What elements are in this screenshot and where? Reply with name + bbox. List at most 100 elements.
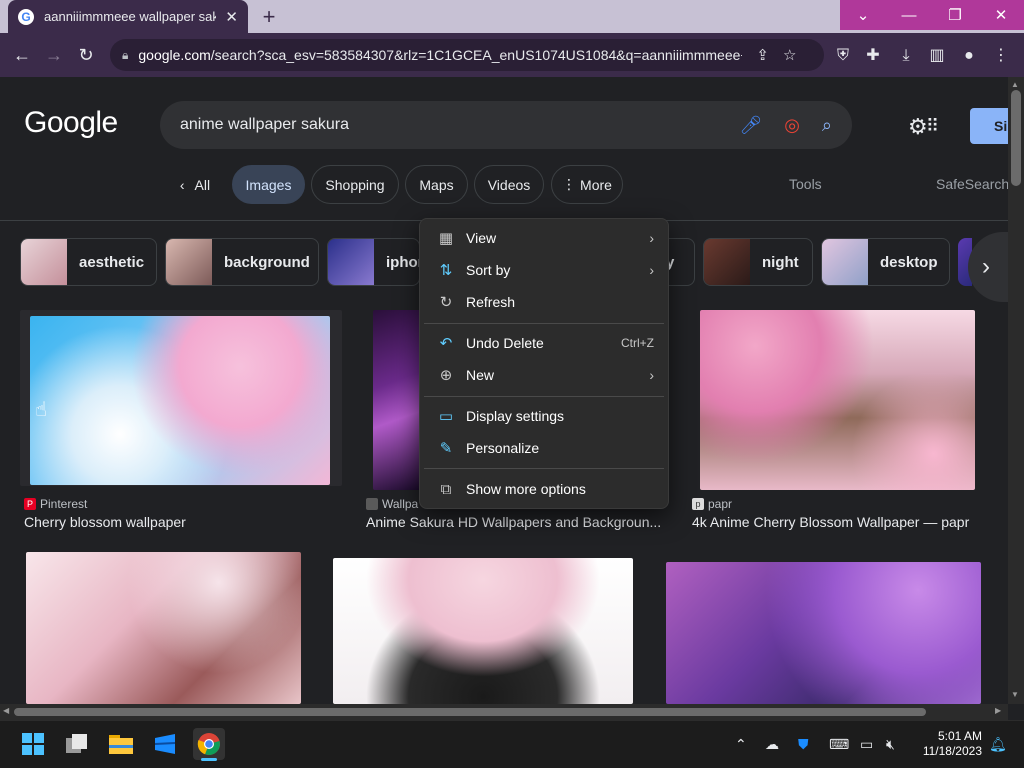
tray-chevron-icon[interactable]: ⌃	[735, 736, 747, 753]
back-arrow-icon[interactable]: ←	[10, 43, 34, 67]
profile-icon[interactable]: ●	[958, 45, 980, 67]
search-input[interactable]: anime wallpaper sakura	[180, 116, 717, 134]
chip-iphone[interactable]: iphone	[327, 238, 420, 286]
sakura-house-image[interactable]	[700, 310, 975, 490]
menu-kebab-icon[interactable]: ⋮	[990, 45, 1012, 67]
file-explorer-icon[interactable]	[105, 728, 137, 760]
side-panel-icon[interactable]: ▥	[926, 45, 948, 67]
google-logo[interactable]: Google	[24, 106, 118, 140]
result-caption[interactable]: Cherry blossom wallpaper	[24, 514, 324, 530]
menu-item-sort-by[interactable]: ⇅ Sort by ›	[424, 255, 664, 285]
menu-item-display-settings[interactable]: ▭ Display settings	[424, 401, 664, 431]
scroll-down-icon[interactable]: ▼	[1011, 690, 1019, 699]
restore-button[interactable]: ❐	[932, 0, 978, 30]
menu-item-label: Show more options	[466, 481, 586, 497]
menu-separator	[424, 323, 664, 324]
onedrive-icon[interactable]: ☁	[765, 736, 779, 753]
chip-label: iphone	[386, 253, 419, 271]
volume-muted-icon[interactable]: 🔇︎	[886, 736, 895, 753]
tab-title: aanniiimmmeee wallpaper sakura	[44, 9, 216, 24]
download-icon[interactable]: ⤓	[895, 45, 917, 67]
sakura-path-image[interactable]	[26, 552, 301, 704]
settings-gear-icon[interactable]: ⚙	[908, 114, 928, 140]
menu-item-refresh[interactable]: ↻ Refresh	[424, 287, 664, 317]
tab-all[interactable]: ‹ All	[168, 165, 222, 204]
security-shield-icon[interactable]: ⛊	[798, 736, 809, 753]
tab-more[interactable]: ⋮ More	[551, 165, 623, 204]
bookmark-star-icon[interactable]: ☆	[783, 46, 796, 64]
menu-item-personalize[interactable]: ✎ Personalize	[424, 433, 664, 463]
store-app-icon[interactable]	[149, 728, 181, 760]
windows-logo	[22, 733, 44, 755]
close-window-button[interactable]: ✕	[978, 0, 1024, 30]
chrome-logo	[197, 733, 220, 756]
share-icon[interactable]: ⇪	[756, 46, 769, 64]
google-favicon-icon: G	[18, 8, 34, 25]
reload-icon[interactable]: ↻	[74, 43, 98, 67]
chip-desktop[interactable]: desktop	[821, 238, 950, 286]
tab-all-label: All	[194, 176, 211, 193]
search-icon[interactable]: ⌕	[822, 115, 832, 136]
refresh-icon: ↻	[439, 294, 453, 311]
menu-item-label: Sort by	[466, 262, 511, 278]
safesearch-button[interactable]: SafeSearch	[936, 176, 1009, 192]
vertical-scroll-thumb[interactable]	[1011, 90, 1021, 186]
anime-girl-flowers-image[interactable]	[333, 558, 633, 704]
folder-glyph	[109, 735, 133, 754]
extensions-puzzle-icon[interactable]: ✚	[862, 45, 884, 67]
forward-arrow-icon[interactable]: →	[42, 43, 66, 67]
microphone-icon[interactable]: 🎤︎	[739, 115, 762, 136]
chip-label: night	[762, 253, 799, 271]
minimize-button[interactable]: —	[886, 0, 932, 30]
task-view-icon[interactable]	[61, 728, 93, 760]
result-caption[interactable]: 4k Anime Cherry Blossom Wallpaper — papr	[692, 514, 992, 530]
search-box[interactable]: anime wallpaper sakura 🎤︎ ◎ ⌕	[160, 101, 852, 149]
more-dots-icon: ⋮	[562, 176, 577, 192]
anime-sakura-night-image[interactable]	[373, 310, 421, 490]
tab-shopping[interactable]: Shopping	[311, 165, 399, 204]
purple-street-image[interactable]	[666, 562, 981, 704]
system-clock[interactable]: 5:01 AM 11/18/2023	[918, 729, 982, 759]
apps-grid-icon[interactable]: ⠿	[926, 116, 939, 137]
lens-icon[interactable]: ◎	[784, 115, 800, 136]
chip-label: background	[224, 253, 310, 271]
chip-thumbnail	[822, 239, 868, 285]
menu-item-new[interactable]: ⊕ New ›	[424, 360, 664, 390]
notification-bell-icon[interactable]: 🔔︎	[989, 736, 1007, 753]
image-result-card[interactable]	[20, 310, 342, 486]
site-favicon-icon	[366, 498, 378, 510]
chip-night[interactable]: night	[703, 238, 813, 286]
browser-tab[interactable]: G aanniiimmmeee wallpaper sakura ✕	[8, 0, 248, 33]
sort-icon: ⇅	[439, 262, 453, 279]
keyboard-icon[interactable]: ⌨	[829, 736, 849, 753]
display-tray-icon[interactable]: ▭	[860, 736, 873, 753]
tab-maps[interactable]: Maps	[405, 165, 468, 204]
menu-item-label: Personalize	[466, 440, 540, 456]
lock-icon: 🔒︎	[122, 47, 129, 62]
display-icon: ▭	[438, 408, 454, 425]
tab-images[interactable]: Images	[232, 165, 305, 204]
horizontal-scroll-thumb[interactable]	[14, 708, 926, 716]
tab-videos[interactable]: Videos	[474, 165, 544, 204]
scroll-right-icon[interactable]: ▶	[995, 706, 1001, 715]
task-view-glyph	[66, 734, 87, 753]
chip-aesthetic[interactable]: aesthetic	[20, 238, 157, 286]
tools-button[interactable]: Tools	[789, 176, 822, 192]
windows-start-icon[interactable]	[17, 728, 49, 760]
new-tab-button[interactable]: +	[256, 4, 282, 30]
scroll-left-icon[interactable]: ◀	[3, 706, 9, 715]
menu-item-undo-delete[interactable]: ↶ Undo Delete Ctrl+Z	[424, 328, 664, 358]
extension-shield-icon[interactable]: ⛨	[832, 45, 854, 67]
menu-item-view[interactable]: ▦ View ›	[424, 223, 664, 253]
pinterest-icon: P	[24, 498, 36, 510]
clock-date: 11/18/2023	[922, 744, 982, 758]
tab-close-icon[interactable]: ✕	[225, 8, 238, 26]
menu-item-show-more-options[interactable]: ⧉ Show more options	[424, 474, 664, 504]
scroll-up-icon[interactable]: ▲	[1011, 80, 1019, 89]
result-caption[interactable]: Anime Sakura HD Wallpapers and Backgroun…	[366, 514, 664, 530]
result-source: Wallpa	[366, 497, 418, 511]
chrome-taskbar-icon[interactable]	[193, 728, 225, 760]
address-bar[interactable]: 🔒︎ google.com/search?sca_esv=583584307&r…	[110, 39, 824, 71]
tab-search-button[interactable]: ⌄	[840, 0, 886, 30]
chip-background[interactable]: background	[165, 238, 319, 286]
